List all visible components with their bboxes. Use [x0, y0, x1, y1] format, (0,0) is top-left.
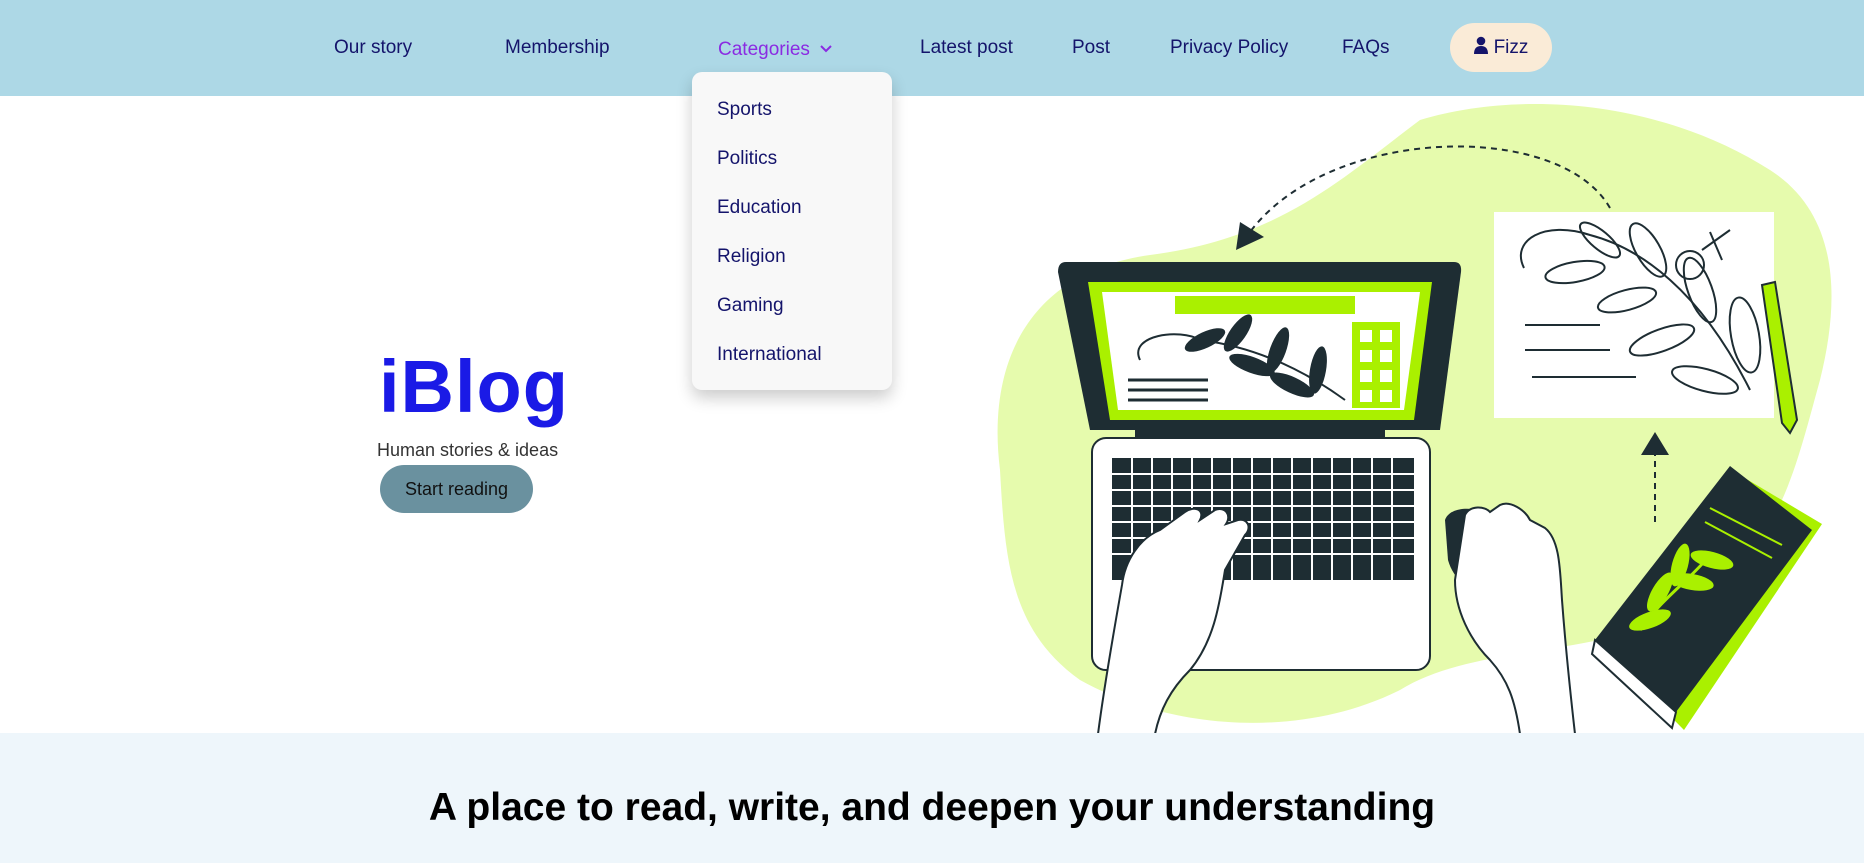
sketch-card — [1494, 212, 1774, 418]
dropdown-item-religion[interactable]: Religion — [717, 244, 786, 270]
user-account-button[interactable]: Fizz — [1450, 23, 1552, 72]
chevron-down-icon — [820, 34, 832, 62]
nav-link-faqs[interactable]: FAQs — [1342, 34, 1390, 62]
user-icon — [1473, 36, 1488, 60]
dropdown-item-sports[interactable]: Sports — [717, 97, 772, 123]
nav-link-latest-post[interactable]: Latest post — [920, 34, 1013, 62]
nav-link-categories[interactable]: Categories — [718, 34, 832, 64]
dropdown-item-education[interactable]: Education — [717, 195, 802, 221]
nav-link-membership[interactable]: Membership — [505, 34, 610, 62]
nav-link-post[interactable]: Post — [1072, 34, 1110, 62]
nav-link-categories-label: Categories — [718, 39, 810, 60]
intro-heading: A place to read, write, and deepen your … — [428, 786, 1436, 829]
top-navbar: Our story Membership Categories Latest p… — [0, 0, 1864, 96]
hero-illustration — [997, 104, 1832, 734]
start-reading-button[interactable]: Start reading — [380, 465, 533, 513]
nav-link-our-story[interactable]: Our story — [334, 34, 412, 62]
dropdown-item-gaming[interactable]: Gaming — [717, 293, 784, 319]
user-name: Fizz — [1493, 36, 1529, 58]
hero-tagline: Human stories & ideas — [377, 440, 559, 460]
nav-link-privacy-policy[interactable]: Privacy Policy — [1170, 34, 1288, 62]
dropdown-item-international[interactable]: International — [717, 342, 822, 368]
categories-dropdown-menu: Sports Politics Education Religion Gamin… — [692, 72, 892, 390]
dropdown-item-politics[interactable]: Politics — [717, 146, 777, 172]
hero-brand-title: iBlog — [379, 345, 569, 428]
